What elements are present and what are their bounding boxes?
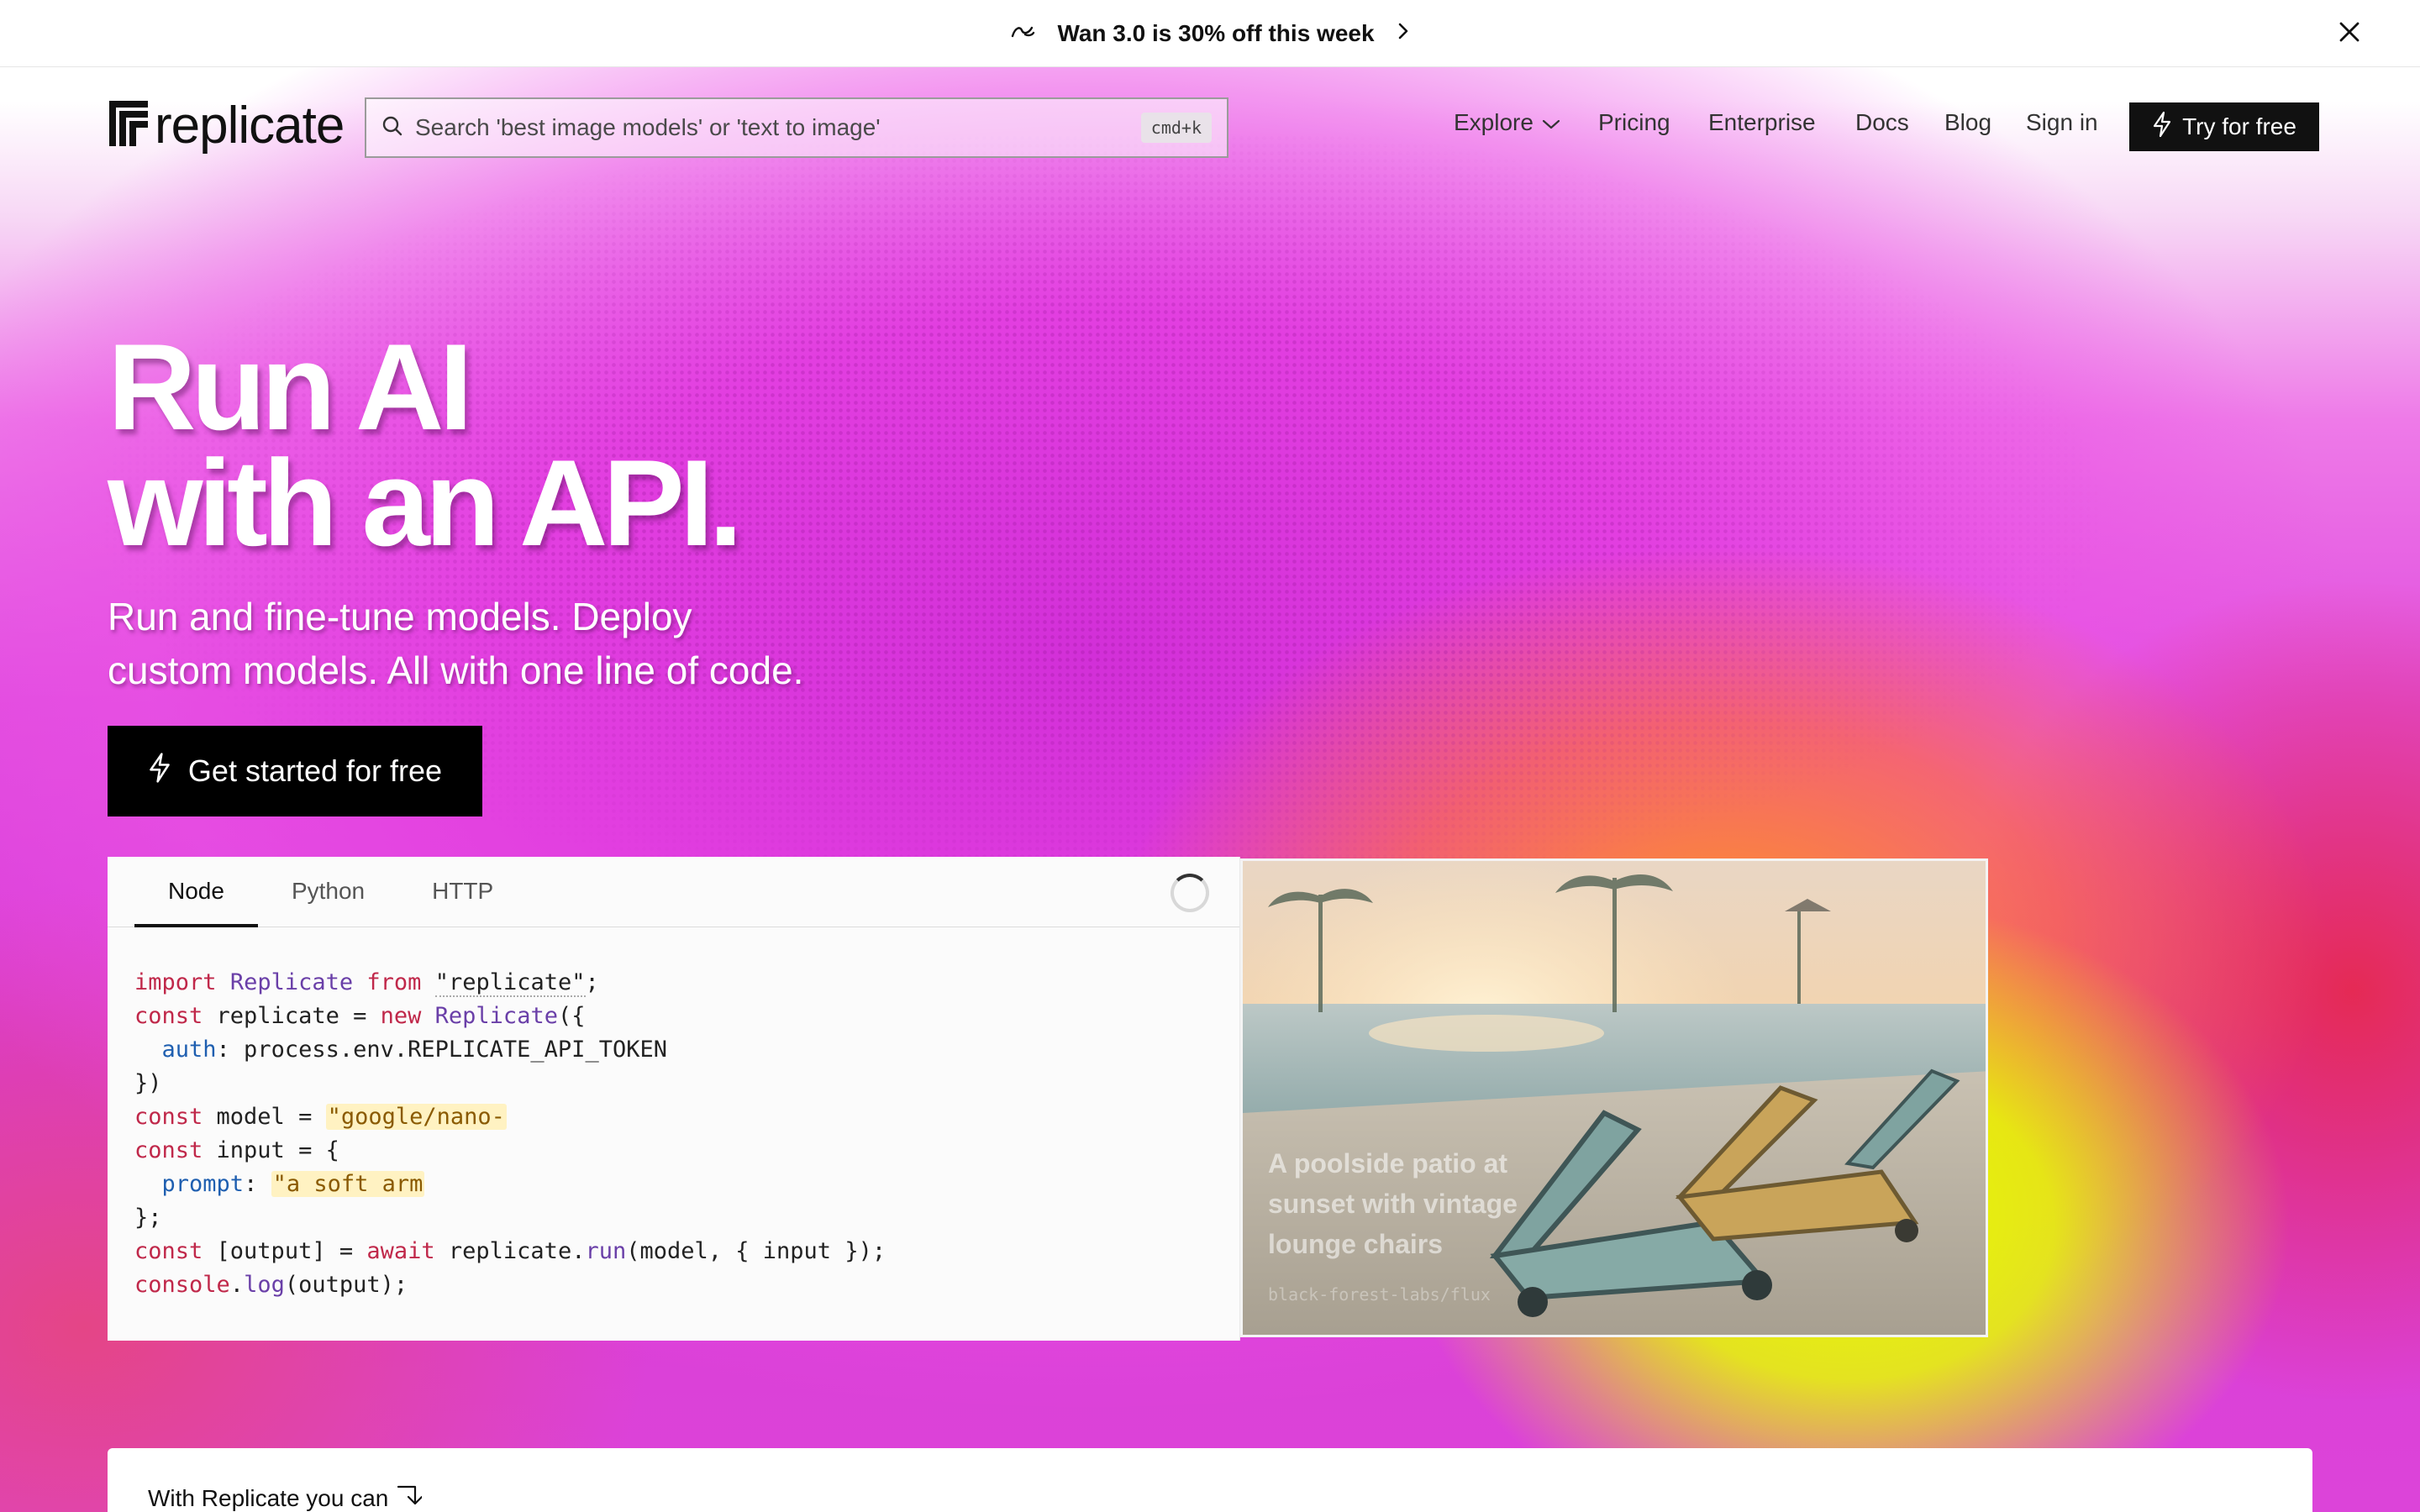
try-for-free-label: Try for free <box>2182 113 2296 139</box>
lightning-icon <box>148 752 171 791</box>
model-string[interactable]: "google/nano- <box>325 1104 507 1130</box>
logo-wordmark: replicate <box>155 96 345 155</box>
hero-title-line-2: with an API. <box>108 434 743 571</box>
nav-explore-label: Explore <box>1454 109 1534 135</box>
hero-subtitle-line-2: custom models. All with one line of code… <box>108 648 804 692</box>
loading-spinner-icon <box>1171 874 1209 912</box>
close-icon <box>2338 21 2360 47</box>
tab-node[interactable]: Node <box>134 878 258 927</box>
features-card: With Replicate you can <box>108 1448 2312 1512</box>
try-for-free-button[interactable]: Try for free <box>2129 102 2319 151</box>
poolside-scene-image <box>1243 861 1986 1335</box>
announcement-link[interactable]: Wan 3.0 is 30% off this week <box>1010 20 1409 47</box>
close-announcement-button[interactable] <box>2333 17 2366 50</box>
image-model-label: black-forest-labs/flux <box>1268 1284 1491 1305</box>
search-bar[interactable]: cmd+k <box>365 97 1228 158</box>
search-icon <box>381 115 403 141</box>
tab-http[interactable]: HTTP <box>398 878 527 927</box>
replicate-logo-icon <box>108 97 150 154</box>
site-header: replicate cmd+k Explore Pricing Enterpri… <box>0 67 2420 185</box>
features-heading-text: With Replicate you can <box>148 1484 389 1511</box>
features-heading: With Replicate you can <box>148 1483 424 1512</box>
arrow-down-right-icon <box>397 1483 424 1512</box>
search-input[interactable] <box>415 114 1129 141</box>
nav-enterprise[interactable]: Enterprise <box>1708 109 1816 136</box>
chevron-right-icon <box>1397 21 1410 45</box>
lightning-icon <box>2152 111 2172 144</box>
chevron-down-icon <box>1542 109 1560 136</box>
nav-sign-in[interactable]: Sign in <box>2026 109 2098 136</box>
code-block: import Replicate from "replicate"; const… <box>134 969 886 1298</box>
wan-logo-icon <box>1010 23 1035 44</box>
get-started-label: Get started for free <box>187 753 443 788</box>
hero-subtitle-line-1: Run and fine-tune models. Deploy <box>108 595 692 638</box>
announcement-bar: Wan 3.0 is 30% off this week <box>0 0 2420 67</box>
announcement-text: Wan 3.0 is 30% off this week <box>1057 19 1375 46</box>
code-example-panel: Node Python HTTP import Replicate from "… <box>108 857 1240 1341</box>
replicate-logo[interactable]: replicate <box>108 96 345 155</box>
generated-image-preview: A poolside patio at sunset with vintage … <box>1240 858 1988 1337</box>
search-shortcut-badge: cmd+k <box>1140 113 1212 143</box>
nav-pricing[interactable]: Pricing <box>1598 109 1670 136</box>
hero-title-line-1: Run AI <box>108 318 473 455</box>
hero-subtitle: Run and fine-tune models. Deploy custom … <box>108 590 948 697</box>
prompt-string[interactable]: "a soft arm <box>271 1171 425 1197</box>
nav-blog[interactable]: Blog <box>1944 109 1991 136</box>
tab-python[interactable]: Python <box>258 878 398 927</box>
image-caption: A poolside patio at sunset with vintage … <box>1268 1148 1518 1259</box>
nav-explore[interactable]: Explore <box>1454 109 1560 136</box>
get-started-button[interactable]: Get started for free <box>108 726 482 816</box>
nav-docs[interactable]: Docs <box>1855 109 1909 136</box>
hero-title: Run AI with an API. <box>108 318 743 571</box>
language-tabs: Node Python HTTP <box>108 857 1239 927</box>
